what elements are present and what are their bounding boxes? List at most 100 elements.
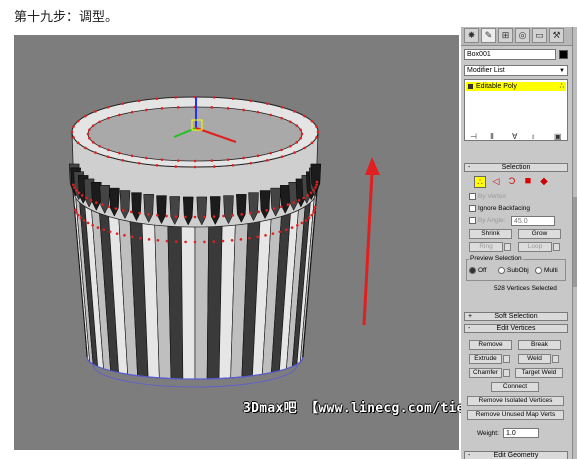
weld-button[interactable]: Weld <box>518 354 551 364</box>
scrollbar-thumb[interactable] <box>573 197 577 287</box>
modifier-list-dropdown[interactable]: Modifier List ▼ <box>464 65 568 76</box>
vertex-dot <box>72 125 75 128</box>
vertex-dot <box>155 213 159 217</box>
remove-unused-map-verts-button[interactable]: Remove Unused Map Verts <box>467 410 564 420</box>
vertex-dot <box>284 228 288 232</box>
preview-multi-radio[interactable]: Multi <box>535 267 558 275</box>
vertex-dot <box>315 136 318 139</box>
cup-facet <box>180 216 196 380</box>
connect-button[interactable]: Connect <box>491 382 539 392</box>
vertex-dot <box>77 191 81 195</box>
shrink-button[interactable]: Shrink <box>469 229 512 239</box>
vertex-dot <box>312 188 315 192</box>
edge-mode-icon[interactable]: ◁ <box>490 176 502 188</box>
vertex-dot <box>160 107 164 110</box>
vertex-dot <box>272 207 276 210</box>
edit-vertices-rollout-header[interactable]: - Edit Vertices <box>464 324 568 333</box>
vertex-dot <box>313 208 316 212</box>
vertex-dot <box>174 215 178 218</box>
vertex-dot <box>265 102 269 105</box>
by-angle-checkbox[interactable]: By Angle: <box>469 217 505 225</box>
utilities-tab-wrench-icon[interactable]: ⚒ <box>549 28 564 43</box>
vertex-dot <box>118 151 121 155</box>
vertex-dot <box>91 124 95 127</box>
vertex-dot <box>280 148 283 152</box>
by-angle-label: By Angle: <box>478 217 506 225</box>
angle-spinner[interactable]: 45.0 <box>511 216 555 226</box>
make-unique-icon[interactable]: ∀ <box>512 132 517 141</box>
object-name-field[interactable]: Box001 <box>464 49 556 60</box>
vertex-dot <box>310 213 313 217</box>
bulb-icon <box>468 83 473 89</box>
selection-rollout-header[interactable]: - Selection <box>464 163 568 172</box>
vertex-dot <box>315 183 318 187</box>
loop-spinner[interactable] <box>553 243 560 251</box>
vertex-dot <box>231 213 235 217</box>
preview-off-radio[interactable]: Off <box>469 267 487 275</box>
preview-subobj-radio[interactable]: SubObj <box>498 267 529 275</box>
ignore-backfacing-checkbox[interactable]: Ignore Backfacing <box>469 205 530 213</box>
weld-settings-icon[interactable] <box>552 355 559 363</box>
chamfer-settings-icon[interactable] <box>503 369 510 377</box>
extrude-button[interactable]: Extrude <box>469 354 502 364</box>
perspective-viewport[interactable] <box>14 35 459 450</box>
vertex-dot <box>73 186 76 189</box>
ring-button[interactable]: Ring <box>469 242 503 252</box>
show-end-result-icon[interactable]: Ⅱ <box>490 132 494 141</box>
break-button[interactable]: Break <box>518 340 561 350</box>
vertex-dot <box>315 125 318 128</box>
polygon-mode-icon[interactable]: ■ <box>522 176 534 188</box>
collapse-minus-icon: - <box>468 325 471 332</box>
ring-spinner[interactable] <box>504 243 511 251</box>
soft-selection-rollout-header[interactable]: + Soft Selection <box>464 312 568 321</box>
vertex-dot <box>295 141 299 144</box>
stack-item-editable-poly[interactable]: Editable Poly ∴ <box>466 82 566 91</box>
vertex-dot <box>114 207 118 210</box>
vertex-dot <box>130 154 134 158</box>
vertex-dot <box>130 110 134 114</box>
collapse-minus-icon: - <box>468 164 471 171</box>
vertex-dot <box>293 110 296 113</box>
edit-geometry-rollout-header[interactable]: - Edit Geometry <box>464 451 568 459</box>
vertex-mode-icon[interactable]: ∴ <box>474 176 486 188</box>
vertex-dot <box>77 213 80 217</box>
motion-tab-icon[interactable]: ◎ <box>515 28 530 43</box>
ignore-backfacing-label: Ignore Backfacing <box>478 205 531 213</box>
target-weld-button[interactable]: Target Weld <box>515 368 563 378</box>
command-panel-tabs: ✸ ✎ ⊞ ◎ ▭ ⚒ <box>461 27 572 46</box>
hierarchy-tab-icon[interactable]: ⊞ <box>498 28 513 43</box>
panel-scrollbar[interactable] <box>572 27 577 459</box>
remove-button[interactable]: Remove <box>469 340 512 350</box>
weight-spinner[interactable]: 1.0 <box>503 428 539 438</box>
remove-modifier-icon[interactable]: ♁ <box>530 132 536 141</box>
grow-button[interactable]: Grow <box>518 229 561 239</box>
modify-tab-pencil-icon[interactable]: ✎ <box>481 28 496 43</box>
configure-sets-icon[interactable]: ▣ <box>554 132 562 141</box>
border-mode-icon[interactable]: Ɔ <box>506 176 518 188</box>
vertex-dot <box>138 211 141 215</box>
pin-stack-icon[interactable]: ⊣ <box>470 132 477 141</box>
vertex-dot <box>184 240 187 244</box>
vertex-dot <box>174 96 178 99</box>
vertex-dot <box>131 235 134 239</box>
selection-title: Selection <box>501 164 531 171</box>
by-vertex-checkbox[interactable]: By Vertex <box>469 193 506 201</box>
loop-button[interactable]: Loop <box>518 242 552 252</box>
create-tab-sun-icon[interactable]: ✸ <box>464 28 479 43</box>
vertex-dot <box>96 226 100 229</box>
element-mode-icon[interactable]: ◆ <box>538 176 550 188</box>
vertex-dot <box>249 99 253 103</box>
vertex-dot <box>121 209 125 212</box>
vertex-dot <box>76 119 80 123</box>
vertex-dot <box>174 165 178 168</box>
object-color-swatch[interactable] <box>559 50 568 59</box>
extrude-settings-icon[interactable] <box>503 355 510 363</box>
vertex-dot <box>313 205 317 209</box>
vertex-dot <box>76 141 80 145</box>
chamfer-button[interactable]: Chamfer <box>469 368 502 378</box>
chevron-down-icon: ▼ <box>559 68 565 74</box>
vertex-dot <box>289 120 292 124</box>
display-tab-icon[interactable]: ▭ <box>532 28 547 43</box>
remove-isolated-vertices-button[interactable]: Remove Isolated Vertices <box>467 396 564 406</box>
vertex-dot <box>91 223 94 227</box>
